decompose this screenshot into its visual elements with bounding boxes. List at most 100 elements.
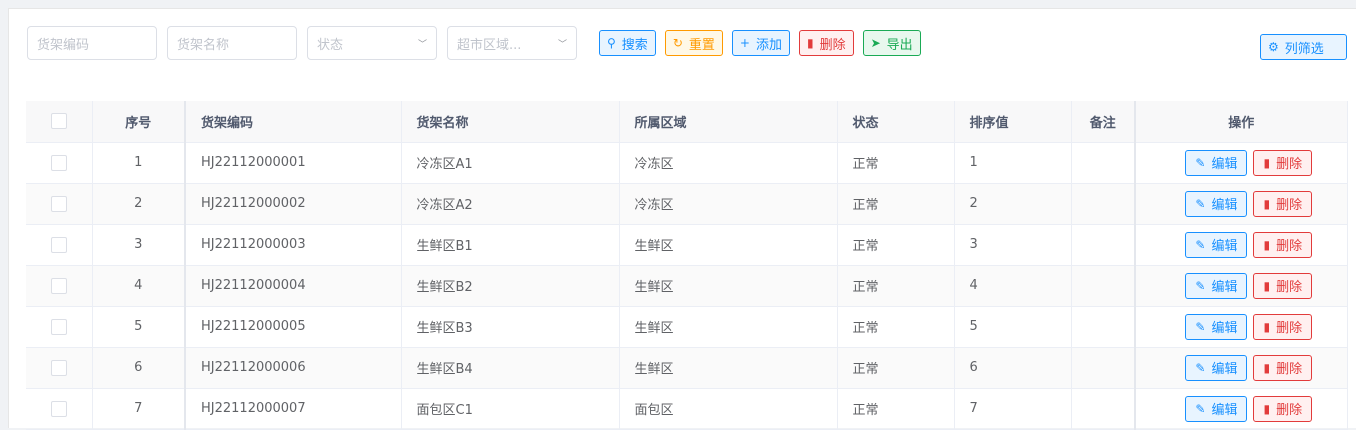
search-button[interactable]: ⚲ 搜索 [599, 30, 656, 56]
shelf-name-placeholder: 货架名称 [177, 37, 230, 53]
plus-icon: + [739, 36, 750, 50]
area-cell: 生鲜区 [619, 347, 838, 389]
index-cell: 3 [92, 224, 186, 266]
edit-icon: ✎ [1195, 360, 1206, 375]
row-select-cell [26, 306, 93, 348]
actions-cell: ✎ 编辑 ▮ 删除 [1135, 183, 1348, 225]
status-cell: 正常 [837, 224, 955, 266]
delete-row-button[interactable]: ▮ 删除 [1253, 313, 1313, 340]
trash-icon: ▮ [1263, 196, 1271, 211]
area-cell: 生鲜区 [619, 265, 838, 307]
remark-cell [1071, 142, 1136, 184]
actions-cell: ✎ 编辑 ▮ 删除 [1135, 388, 1348, 430]
edit-row-button[interactable]: ✎ 编辑 [1185, 190, 1248, 217]
status-placeholder: 状态 [317, 37, 344, 53]
row-checkbox[interactable] [50, 154, 67, 171]
column-filter-button[interactable]: ⚙ 列筛选 [1260, 34, 1347, 60]
delete-label: 删除 [1276, 362, 1303, 377]
shelf-code-cell: HJ22112000003 [185, 224, 402, 266]
sort-cell: 4 [954, 265, 1072, 307]
shelf-name-cell: 生鲜区B3 [401, 306, 620, 348]
sort-cell: 1 [954, 142, 1072, 184]
add-button[interactable]: + 添加 [731, 30, 790, 56]
table-row: 1 HJ22112000001 冷冻区A1 冷冻区 正常 1 ✎ 编辑 ▮ 删除 [26, 142, 1348, 184]
search-icon: ⚲ [607, 36, 616, 50]
edit-row-button[interactable]: ✎ 编辑 [1185, 149, 1248, 176]
table-row: 4 HJ22112000004 生鲜区B2 生鲜区 正常 4 ✎ 编辑 ▮ 删除 [26, 265, 1348, 307]
trash-icon: ▮ [1263, 401, 1271, 416]
trash-icon: ▮ [1263, 278, 1271, 293]
shelf-code-input[interactable]: 货架编码 [27, 26, 157, 60]
delete-label: 删除 [1276, 321, 1303, 336]
refresh-icon: ↻ [672, 36, 683, 50]
delete-row-button[interactable]: ▮ 删除 [1253, 395, 1313, 422]
remark-cell [1071, 388, 1136, 430]
actions-cell: ✎ 编辑 ▮ 删除 [1135, 265, 1348, 307]
status-cell: 正常 [837, 306, 955, 348]
shelf-name-cell: 生鲜区B1 [401, 224, 620, 266]
edit-row-button[interactable]: ✎ 编辑 [1185, 231, 1248, 258]
row-checkbox[interactable] [50, 195, 67, 212]
edit-row-button[interactable]: ✎ 编辑 [1185, 395, 1248, 422]
export-button[interactable]: ➤ 导出 [862, 30, 921, 56]
delete-row-button[interactable]: ▮ 删除 [1253, 354, 1313, 381]
table-row: 5 HJ22112000005 生鲜区B3 生鲜区 正常 5 ✎ 编辑 ▮ 删除 [26, 306, 1348, 348]
search-button-label: 搜索 [621, 37, 648, 53]
delete-button[interactable]: ▮ 删除 [798, 30, 854, 56]
row-checkbox[interactable] [50, 277, 67, 294]
trash-icon: ▮ [1263, 319, 1271, 334]
shelf-name-input[interactable]: 货架名称 [167, 26, 297, 60]
header-status: 状态 [837, 101, 955, 143]
edit-row-button[interactable]: ✎ 编辑 [1185, 313, 1248, 340]
delete-row-button[interactable]: ▮ 删除 [1253, 272, 1313, 299]
row-select-cell [26, 224, 93, 266]
status-select[interactable]: 状态 ﹀ [307, 26, 437, 60]
edit-icon: ✎ [1195, 155, 1206, 170]
area-select[interactable]: 超市区域... ﹀ [447, 26, 577, 60]
actions-cell: ✎ 编辑 ▮ 删除 [1135, 142, 1348, 184]
trash-icon: ▮ [1263, 360, 1271, 375]
select-all-cell [26, 101, 93, 143]
table-row: 2 HJ22112000002 冷冻区A2 冷冻区 正常 2 ✎ 编辑 ▮ 删除 [26, 183, 1348, 225]
gear-icon: ⚙ [1268, 40, 1279, 54]
edit-label: 编辑 [1211, 403, 1238, 418]
edit-icon: ✎ [1195, 278, 1206, 293]
header-remark: 备注 [1071, 101, 1136, 143]
filter-toolbar: 货架编码 货架名称 状态 ﹀ 超市区域... ﹀ ⚲ 搜索 ↻ 重置 + 添加 … [27, 26, 921, 60]
delete-row-button[interactable]: ▮ 删除 [1253, 190, 1313, 217]
shelf-name-cell: 冷冻区A1 [401, 142, 620, 184]
sort-cell: 7 [954, 388, 1072, 430]
select-all-checkbox[interactable] [50, 113, 67, 130]
shelf-code-cell: HJ22112000002 [185, 183, 402, 225]
row-select-cell [26, 183, 93, 225]
send-icon: ➤ [870, 36, 881, 50]
shelf-code-cell: HJ22112000005 [185, 306, 402, 348]
row-checkbox[interactable] [50, 400, 67, 417]
delete-row-button[interactable]: ▮ 删除 [1253, 149, 1313, 176]
shelf-table: 序号 货架编码 货架名称 所属区域 状态 排序值 备注 操作 1 HJ22112… [26, 101, 1348, 430]
remark-cell [1071, 347, 1136, 389]
add-button-label: 添加 [755, 37, 782, 53]
edit-row-button[interactable]: ✎ 编辑 [1185, 354, 1248, 381]
status-cell: 正常 [837, 388, 955, 430]
edit-row-button[interactable]: ✎ 编辑 [1185, 272, 1248, 299]
export-button-label: 导出 [886, 37, 913, 53]
row-checkbox[interactable] [50, 318, 67, 335]
edit-label: 编辑 [1211, 280, 1238, 295]
row-checkbox[interactable] [50, 359, 67, 376]
remark-cell [1071, 224, 1136, 266]
edit-label: 编辑 [1211, 157, 1238, 172]
header-sort: 排序值 [954, 101, 1072, 143]
header-area: 所属区域 [619, 101, 838, 143]
edit-icon: ✎ [1195, 196, 1206, 211]
status-cell: 正常 [837, 347, 955, 389]
main-panel: 货架编码 货架名称 状态 ﹀ 超市区域... ﹀ ⚲ 搜索 ↻ 重置 + 添加 … [8, 8, 1356, 430]
delete-row-button[interactable]: ▮ 删除 [1253, 231, 1313, 258]
header-shelf-code: 货架编码 [185, 101, 402, 143]
reset-button[interactable]: ↻ 重置 [664, 30, 723, 56]
header-actions: 操作 [1135, 101, 1348, 143]
status-cell: 正常 [837, 265, 955, 307]
edit-label: 编辑 [1211, 362, 1238, 377]
row-select-cell [26, 347, 93, 389]
row-checkbox[interactable] [50, 236, 67, 253]
